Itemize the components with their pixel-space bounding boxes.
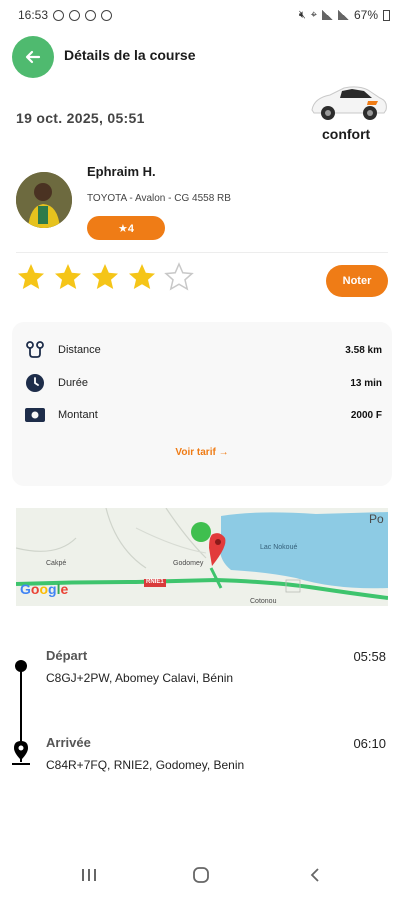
- notification-icon: [53, 9, 65, 21]
- driver-name: Ephraim H.: [87, 164, 156, 179]
- trip-date: 19 oct. 2025, 05:51: [16, 110, 145, 126]
- map-label: Godomey: [173, 560, 204, 567]
- system-nav-bar: [0, 855, 404, 900]
- driver-photo: [16, 172, 72, 228]
- departure-dot-icon: [15, 660, 27, 672]
- vehicle-info: TOYOTA - Avalon - CG 4558 RB: [87, 193, 231, 204]
- notification-icon: [69, 9, 81, 21]
- battery-level: 67%: [353, 8, 378, 22]
- route-details: Départ C8GJ+2PW, Abomey Calavi, Bénin 05…: [0, 640, 404, 780]
- battery-icon: [383, 9, 390, 21]
- recent-apps-icon: [82, 869, 96, 881]
- info-value: 2000 F: [350, 409, 382, 421]
- location-icon: ⌖: [310, 8, 317, 21]
- distance-row: Distance 3.58 km: [24, 338, 382, 362]
- divider: [16, 252, 388, 253]
- whatsapp-icon: [101, 9, 113, 21]
- route-map[interactable]: Cakpé Godomey Lac Nokoué RNIE1 Cotonou P…: [16, 508, 388, 606]
- map-label: RNIE1: [146, 579, 164, 585]
- home-icon: [193, 867, 209, 883]
- wifi-icon: [321, 10, 333, 20]
- home-button[interactable]: [186, 863, 216, 887]
- rating-stars[interactable]: [16, 262, 194, 292]
- arrival-time: 06:10: [353, 736, 386, 751]
- back-button[interactable]: [12, 36, 54, 78]
- clock-icon: [24, 372, 46, 394]
- departure-time: 05:58: [353, 649, 386, 664]
- signal-icon: [337, 10, 349, 20]
- driver-avatar: [16, 172, 72, 228]
- arrival-address: C84R+7FQ, RNIE2, Godomey, Benin: [46, 758, 245, 772]
- status-bar: 16:53 🔇︎ ⌖ 67%: [0, 0, 404, 30]
- page-title: Détails de la course: [64, 47, 196, 63]
- notification-icon: [85, 9, 97, 21]
- map-label: Cakpé: [46, 560, 67, 567]
- info-value: 13 min: [350, 377, 382, 389]
- back-nav-button[interactable]: [300, 863, 330, 887]
- arrival-label: Arrivée: [46, 735, 91, 750]
- mute-icon: 🔇︎: [298, 8, 306, 21]
- car-image: [311, 86, 387, 120]
- map-canvas: [16, 508, 388, 606]
- star-filled-icon[interactable]: [16, 262, 46, 292]
- star-filled-icon[interactable]: [90, 262, 120, 292]
- map-label: Po: [369, 512, 384, 526]
- status-left: 16:53: [18, 8, 113, 22]
- status-time: 16:53: [18, 8, 49, 22]
- view-tariff-link[interactable]: Voir tarif →: [12, 447, 392, 458]
- route-icon: [24, 339, 46, 361]
- departure-label: Départ: [46, 648, 88, 663]
- map-label: Lac Nokoué: [260, 544, 298, 551]
- departure-address: C8GJ+2PW, Abomey Calavi, Bénin: [46, 671, 234, 685]
- info-value: 3.58 km: [345, 344, 382, 356]
- recent-apps-button[interactable]: [74, 863, 104, 887]
- star-empty-icon[interactable]: [164, 262, 194, 292]
- star-filled-icon[interactable]: [127, 262, 157, 292]
- google-logo: Google: [20, 581, 69, 597]
- rate-button[interactable]: Noter: [326, 265, 388, 297]
- money-icon: [24, 404, 46, 426]
- star-filled-icon[interactable]: [53, 262, 83, 292]
- arrival-pin-icon: [12, 741, 30, 765]
- chevron-left-icon: [310, 868, 319, 882]
- driver-rating-badge: ★4: [87, 216, 165, 240]
- info-label: Distance: [58, 344, 101, 356]
- duration-row: Durée 13 min: [24, 371, 382, 395]
- car-category: confort: [322, 126, 371, 142]
- trip-info-card: Distance 3.58 km Durée 13 min Montant 20…: [12, 322, 392, 486]
- status-right: 🔇︎ ⌖ 67%: [299, 8, 390, 22]
- arrow-left-icon: [25, 50, 41, 64]
- info-label: Durée: [58, 377, 88, 389]
- start-marker: [191, 522, 211, 542]
- map-label: Cotonou: [250, 598, 277, 605]
- header: Détails de la course: [0, 34, 404, 78]
- info-label: Montant: [58, 409, 98, 421]
- amount-row: Montant 2000 F: [24, 403, 382, 427]
